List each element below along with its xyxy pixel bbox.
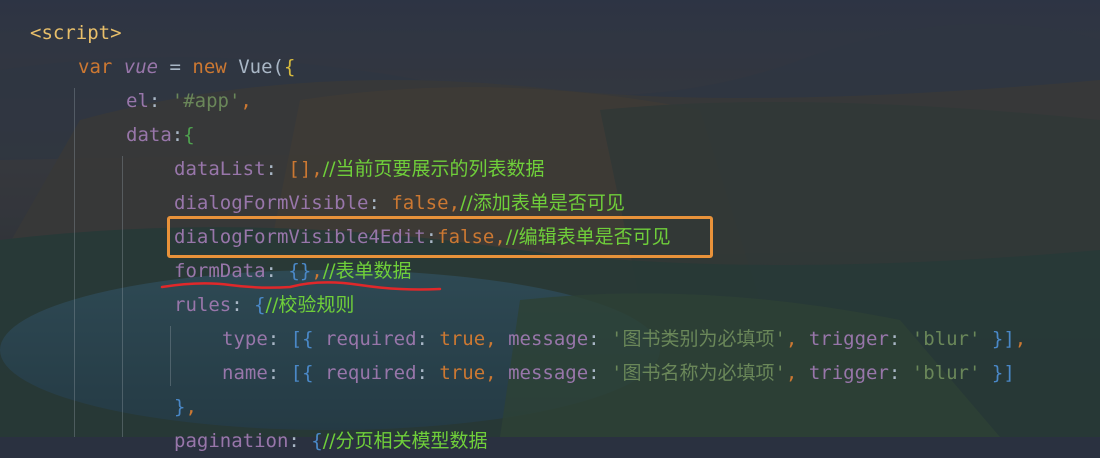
- code-line[interactable]: el: '#app',: [126, 84, 252, 118]
- code-token: name: [222, 362, 268, 384]
- code-token: :: [588, 328, 612, 350]
- annotation-red-underline: [160, 281, 442, 291]
- code-token: data: [126, 124, 172, 146]
- code-token: message: [508, 362, 589, 384]
- code-token: }: [174, 396, 186, 418]
- code-token: {: [302, 328, 325, 350]
- code-line[interactable]: type: [{ required: true, message: '图书类别为…: [222, 322, 1026, 356]
- code-line[interactable]: data:{: [126, 118, 195, 152]
- code-token: :: [368, 192, 392, 214]
- code-token: ]: [1003, 328, 1015, 350]
- code-token: :: [888, 362, 912, 384]
- code-token: 'blur': [911, 362, 981, 384]
- code-line[interactable]: name: [{ required: true, message: '图书名称为…: [222, 356, 1015, 390]
- code-token: ,: [448, 192, 461, 214]
- code-token: {: [183, 124, 195, 146]
- code-line[interactable]: dataList: [],//当前页要展示的列表数据: [174, 152, 545, 186]
- code-token: }: [980, 362, 1004, 384]
- code-token: {: [283, 56, 296, 78]
- code-token: dialogFormVisible: [174, 192, 369, 214]
- code-token: ,: [240, 90, 252, 112]
- code-token: el: [126, 90, 149, 112]
- code-token: :: [267, 328, 291, 350]
- code-token: [: [290, 328, 303, 350]
- code-token: :: [416, 328, 440, 350]
- code-token: {: [302, 362, 325, 384]
- code-token: }: [980, 328, 1004, 350]
- code-token: '图书名称为必填项': [611, 362, 786, 384]
- code-line[interactable]: <script>: [30, 16, 122, 50]
- code-token: pagination: [174, 430, 289, 452]
- code-token: '#app': [171, 90, 241, 112]
- code-token: ,: [485, 328, 509, 350]
- code-token: var: [78, 56, 124, 78]
- code-token: ,: [485, 362, 509, 384]
- code-token: [: [290, 362, 303, 384]
- code-token: ,: [1014, 328, 1027, 350]
- code-token: //当前页要展示的列表数据: [322, 158, 545, 180]
- code-token: Vue: [238, 56, 273, 78]
- code-token: vue: [123, 56, 159, 78]
- code-editor[interactable]: <script> var vue = new Vue({ el: '#app',…: [0, 0, 1100, 452]
- code-token: true: [439, 328, 486, 350]
- code-token: trigger: [808, 328, 889, 350]
- code-token: false: [391, 192, 449, 214]
- code-token: ,: [785, 328, 809, 350]
- code-token: ,: [785, 362, 809, 384]
- code-token: (: [272, 56, 284, 78]
- code-token: ,: [185, 396, 197, 418]
- indent-guide: [74, 88, 75, 437]
- indent-guide: [122, 156, 123, 437]
- code-token: :: [267, 362, 291, 384]
- code-token: :: [148, 90, 172, 112]
- code-token: =: [158, 56, 193, 78]
- code-line[interactable]: },: [174, 390, 197, 424]
- code-token: []: [288, 158, 312, 180]
- code-token: //分页相关模型数据: [322, 430, 488, 452]
- code-token: type: [222, 328, 268, 350]
- code-token: :: [265, 158, 289, 180]
- code-token: '图书类别为必填项': [611, 328, 786, 350]
- code-token: 'blur': [911, 328, 981, 350]
- code-line[interactable]: pagination: {//分页相关模型数据: [174, 424, 488, 458]
- code-token: :: [288, 430, 312, 452]
- indent-guide: [170, 326, 171, 386]
- code-token: ]: [1003, 362, 1015, 384]
- code-line[interactable]: dialogFormVisible: false,//添加表单是否可见: [174, 186, 625, 220]
- code-token: :: [588, 362, 612, 384]
- code-token: :: [888, 328, 912, 350]
- code-token: ,: [311, 158, 323, 180]
- annotation-highlight-box: [167, 216, 713, 258]
- code-token: message: [508, 328, 589, 350]
- code-token: //添加表单是否可见: [460, 192, 625, 214]
- code-token: dataList: [174, 158, 266, 180]
- code-token: true: [439, 362, 486, 384]
- code-token: :: [171, 124, 184, 146]
- code-token: required: [325, 362, 417, 384]
- code-token: :: [416, 362, 440, 384]
- code-token: {: [311, 430, 323, 452]
- code-line[interactable]: var vue = new Vue({: [78, 50, 295, 84]
- code-token: trigger: [808, 362, 889, 384]
- code-token: new: [192, 56, 239, 78]
- code-token: <script>: [30, 22, 122, 44]
- code-token: required: [325, 328, 417, 350]
